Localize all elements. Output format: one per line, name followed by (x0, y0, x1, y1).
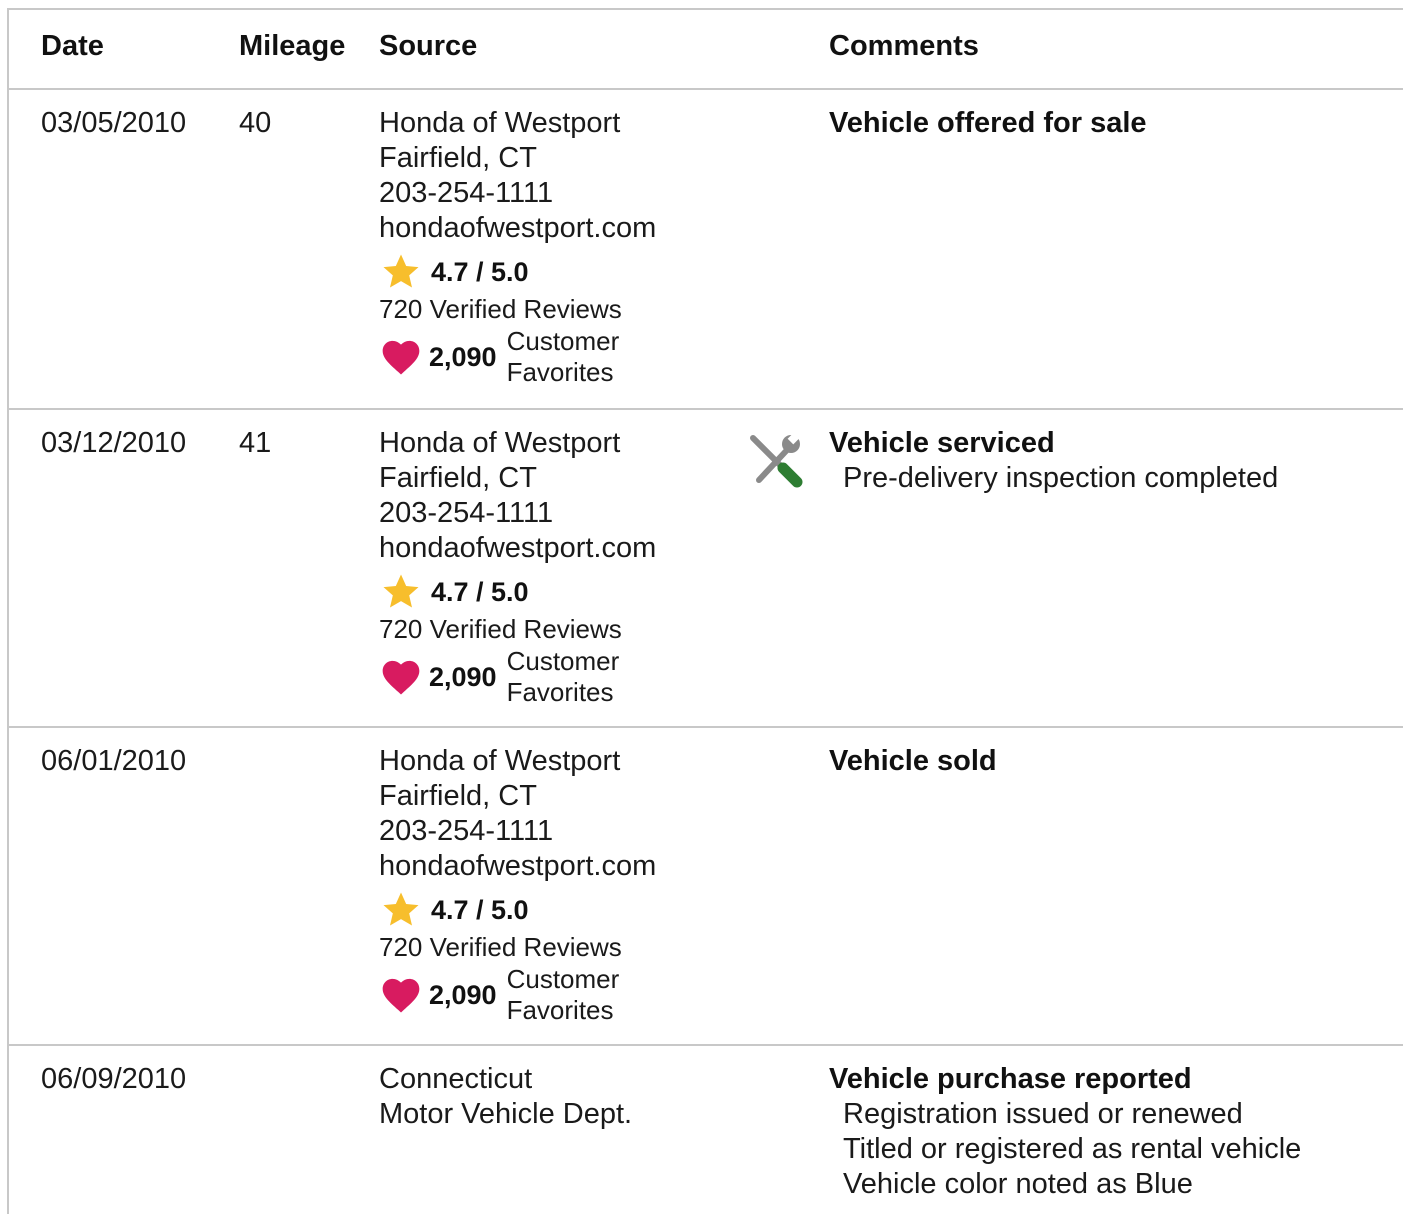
table-row: 03/05/2010 40 Honda of Westport Fairfiel… (9, 90, 1403, 410)
dealer-rating: 4.7 / 5.0 (379, 890, 656, 930)
table-row: 06/09/2010 Connecticut Motor Vehicle Dep… (9, 1046, 1403, 1216)
star-icon (383, 574, 419, 608)
source-phone: 203-254-1111 (379, 815, 554, 847)
row-date: 06/09/2010 (41, 1063, 187, 1095)
comment-detail: Titled or registered as rental vehicle (843, 1133, 1302, 1165)
source-website[interactable]: hondaofwestport.com (379, 849, 656, 884)
star-icon (383, 254, 419, 288)
dealer-rating: 4.7 / 5.0 (379, 572, 656, 612)
row-comments: Vehicle serviced Pre-delivery inspection… (829, 426, 1278, 496)
source-name: Honda of Westport (379, 427, 621, 459)
source-phone: 203-254-1111 (379, 177, 554, 209)
comment-title: Vehicle sold (829, 745, 997, 777)
comment-detail: Pre-delivery inspection completed (843, 462, 1279, 494)
row-comments: Vehicle purchase reported Registration i… (829, 1062, 1301, 1202)
row-date: 03/12/2010 (41, 427, 187, 459)
header-comments: Comments (829, 30, 979, 62)
rating-value: 4.7 / 5.0 (431, 256, 529, 287)
source-location: Motor Vehicle Dept. (379, 1098, 633, 1130)
favorites-count: 2,090 (429, 341, 497, 372)
source-name: Honda of Westport (379, 745, 621, 777)
row-mileage: 40 (239, 107, 272, 139)
favorites-label-line: Customer (506, 646, 620, 676)
table-header: Date Mileage Source Comments (9, 10, 1403, 90)
favorites-label: Customer Favorites (507, 964, 637, 1026)
source-name: Honda of Westport (379, 107, 621, 139)
row-source: Honda of Westport Fairfield, CT 203-254-… (379, 744, 656, 1026)
comment-detail: Registration issued or renewed (843, 1098, 1243, 1130)
service-tools-icon (750, 431, 803, 488)
row-date: 06/01/2010 (41, 745, 187, 777)
row-icon (747, 430, 807, 499)
star-icon (383, 892, 419, 926)
source-location: Fairfield, CT (379, 462, 537, 494)
favorites-label-line: Favorites (506, 357, 614, 387)
row-source: Honda of Westport Fairfield, CT 203-254-… (379, 426, 656, 708)
rating-value: 4.7 / 5.0 (431, 576, 529, 607)
row-comments: Vehicle offered for sale (829, 106, 1147, 141)
heart-icon (382, 340, 420, 375)
source-location: Fairfield, CT (379, 780, 537, 812)
source-website[interactable]: hondaofwestport.com (379, 211, 656, 246)
customer-favorites: 2,090 Customer Favorites (379, 646, 656, 708)
customer-favorites: 2,090 Customer Favorites (379, 964, 656, 1026)
verified-reviews-link[interactable]: 720 Verified Reviews (379, 932, 656, 962)
favorites-count: 2,090 (429, 979, 497, 1010)
row-mileage: 41 (239, 427, 272, 459)
comment-title: Vehicle offered for sale (829, 107, 1147, 139)
heart-icon (382, 660, 420, 695)
row-comments: Vehicle sold (829, 744, 997, 779)
verified-reviews-link[interactable]: 720 Verified Reviews (379, 614, 656, 644)
favorites-label-line: Customer (506, 964, 620, 994)
rating-value: 4.7 / 5.0 (431, 894, 529, 925)
table-row: 03/12/2010 41 Honda of Westport Fairfiel… (9, 410, 1403, 728)
row-source: Honda of Westport Fairfield, CT 203-254-… (379, 106, 656, 388)
verified-reviews-link[interactable]: 720 Verified Reviews (379, 294, 656, 324)
heart-icon (382, 978, 420, 1013)
comment-title: Vehicle serviced (829, 427, 1055, 459)
source-location: Fairfield, CT (379, 142, 537, 174)
source-website[interactable]: hondaofwestport.com (379, 531, 656, 566)
comment-title: Vehicle purchase reported (829, 1063, 1192, 1095)
row-source: Connecticut Motor Vehicle Dept. (379, 1062, 632, 1132)
header-mileage: Mileage (239, 30, 346, 62)
favorites-label-line: Favorites (506, 677, 614, 707)
source-phone: 203-254-1111 (379, 497, 554, 529)
favorites-label: Customer Favorites (507, 646, 637, 708)
row-date: 03/05/2010 (41, 107, 187, 139)
header-date: Date (41, 30, 104, 62)
customer-favorites: 2,090 Customer Favorites (379, 326, 656, 388)
favorites-label: Customer Favorites (507, 326, 637, 388)
dealer-rating: 4.7 / 5.0 (379, 252, 656, 292)
favorites-count: 2,090 (429, 661, 497, 692)
favorites-label-line: Customer (506, 326, 620, 356)
header-source: Source (379, 30, 478, 62)
comment-detail: Vehicle color noted as Blue (843, 1168, 1193, 1200)
vehicle-history-table: Date Mileage Source Comments 03/05/2010 … (7, 8, 1403, 1214)
favorites-label-line: Favorites (506, 995, 614, 1025)
table-row: 06/01/2010 Honda of Westport Fairfield, … (9, 728, 1403, 1046)
source-name: Connecticut (379, 1063, 533, 1095)
